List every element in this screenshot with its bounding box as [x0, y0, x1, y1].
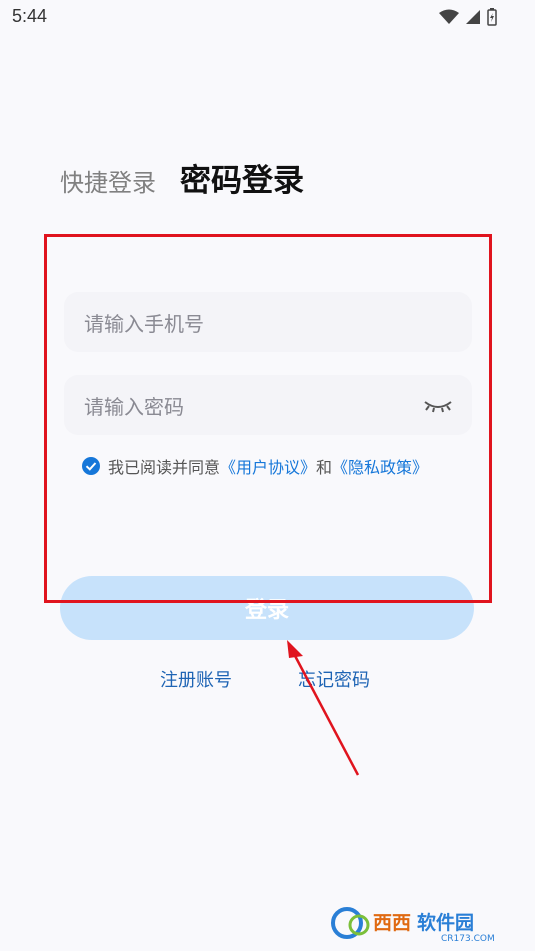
agreement-text: 我已阅读并同意 [108, 458, 221, 477]
battery-icon [487, 8, 497, 26]
signal-icon [466, 10, 480, 24]
phone-placeholder: 请输入手机号 [84, 311, 204, 336]
login-tabs: 快捷登录 密码登录 [60, 155, 304, 200]
eye-closed-icon[interactable] [422, 394, 454, 416]
status-bar: 5:44 [0, 0, 535, 36]
svg-text:西西: 西西 [373, 912, 411, 934]
agreement-row: 我已阅读并同意 《用户协议》 和 《隐私政策》 [82, 454, 428, 478]
agreement-and: 和 [316, 458, 333, 477]
register-link[interactable]: 注册账号 [160, 666, 232, 692]
login-button[interactable]: 登录 [60, 576, 474, 640]
watermark-logo: 西西 软件园 CR173.COM [331, 907, 495, 943]
password-input[interactable]: 请输入密码 [64, 375, 472, 435]
wifi-icon [439, 9, 459, 24]
forgot-password-link[interactable]: 忘记密码 [298, 666, 370, 692]
tab-password-login[interactable]: 密码登录 [180, 155, 304, 200]
svg-text:CR173.COM: CR173.COM [441, 934, 495, 943]
status-icons [439, 8, 497, 26]
checkbox-checked-icon[interactable] [82, 457, 100, 475]
password-placeholder: 请输入密码 [84, 394, 184, 419]
tab-quick-login[interactable]: 快捷登录 [60, 163, 156, 198]
privacy-policy-link[interactable]: 《隐私政策》 [332, 454, 428, 478]
status-time: 5:44 [12, 6, 48, 26]
phone-input[interactable]: 请输入手机号 [64, 292, 472, 352]
svg-text:软件园: 软件园 [417, 911, 474, 934]
user-agreement-link[interactable]: 《用户协议》 [220, 454, 316, 478]
